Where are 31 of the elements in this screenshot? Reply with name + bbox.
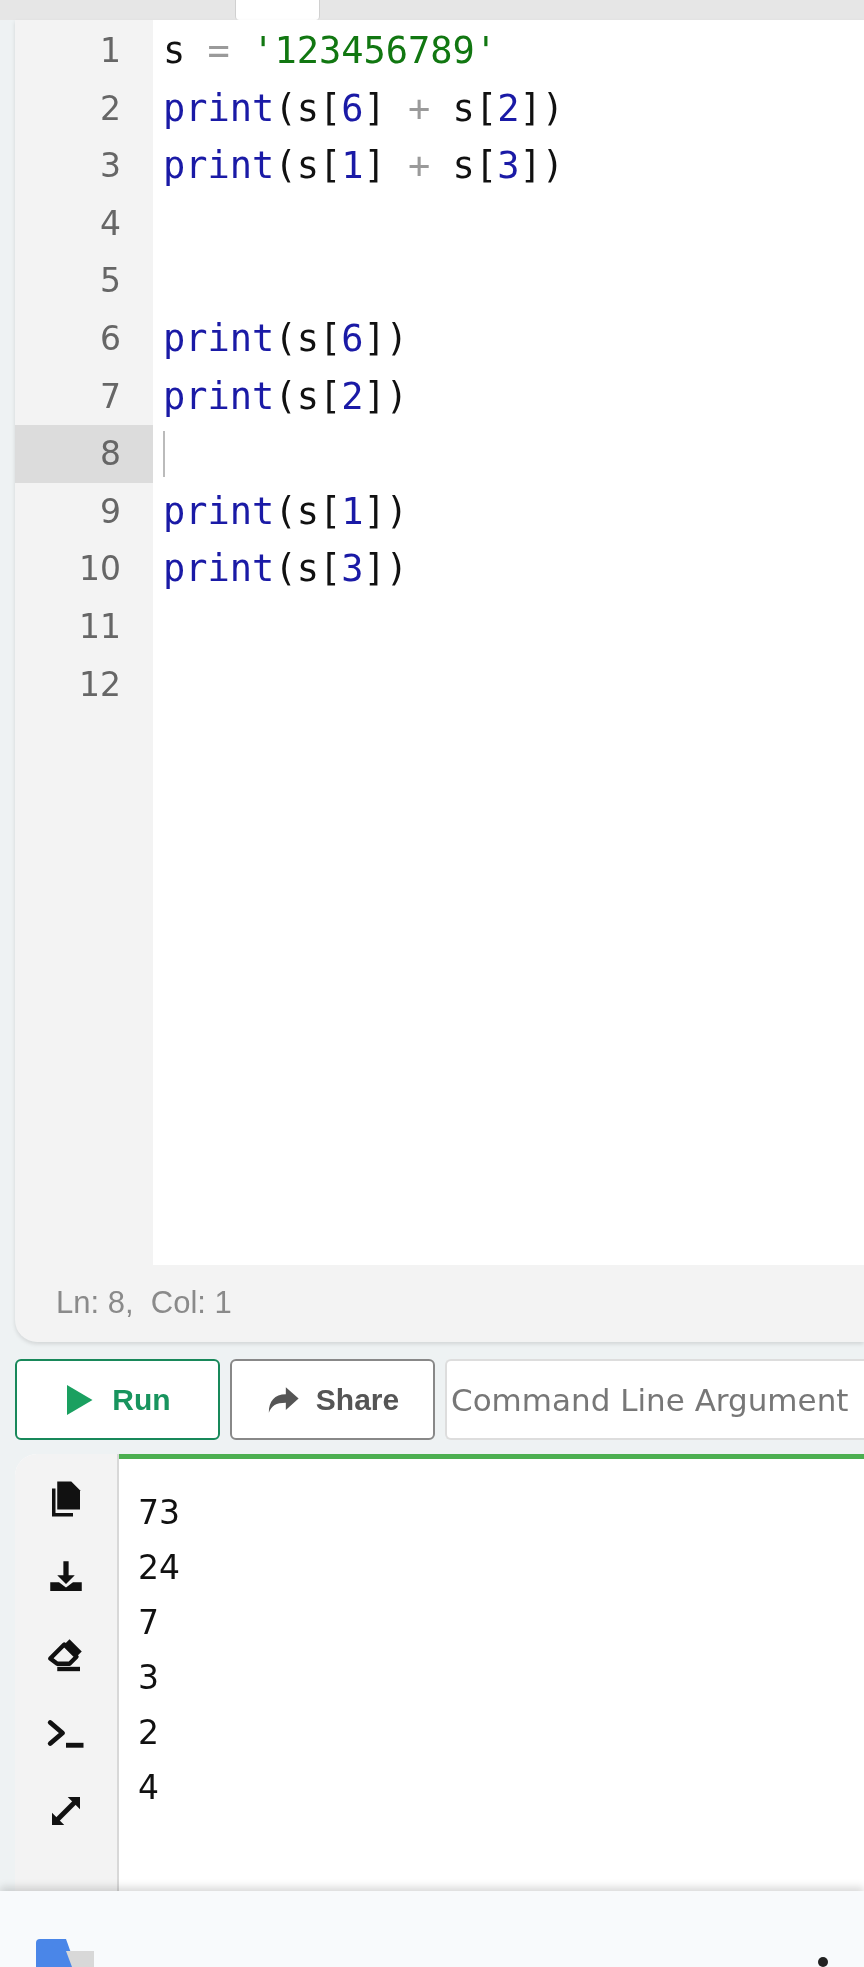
arguments-field[interactable]: Command Line Argument xyxy=(445,1359,864,1440)
cursor-position: Ln: 8, Col: 1 xyxy=(56,1284,232,1323)
line-number: 12 xyxy=(79,663,121,706)
output-line: 2 xyxy=(138,1711,159,1754)
line-number: 10 xyxy=(79,548,121,591)
code-line: print(s[1]) xyxy=(163,488,409,535)
line-number: 9 xyxy=(100,490,121,533)
code-line: print(s[2]) xyxy=(163,373,409,420)
line-number: 5 xyxy=(100,260,121,303)
line-number: 1 xyxy=(100,30,121,73)
output-line: 7 xyxy=(138,1601,159,1644)
line-number: 4 xyxy=(100,202,121,245)
code-line: print(s[6] + s[2]) xyxy=(163,85,564,132)
share-button[interactable]: Share xyxy=(230,1359,435,1440)
line-number: 8 xyxy=(100,433,121,476)
code-area[interactable]: s = '123456789' print(s[6] + s[2]) print(s[1] + s[3]) print(s[6]) print(s[2]) print(s[1]) print(s[3]) xyxy=(153,20,864,1265)
output-line: 3 xyxy=(138,1656,159,1699)
line-number: 6 xyxy=(100,318,121,360)
code-line: print(s[6]) xyxy=(163,316,409,362)
line-number: 3 xyxy=(100,145,121,188)
line-number: 7 xyxy=(100,375,121,418)
output-line: 73 xyxy=(138,1491,180,1534)
output-line: 24 xyxy=(138,1546,180,1589)
output-line: 4 xyxy=(138,1766,159,1809)
text-cursor xyxy=(163,430,165,477)
line-number: 2 xyxy=(100,87,121,130)
code-line: s = '123456789' xyxy=(163,28,498,75)
code-line: print(s[1] + s[3]) xyxy=(163,143,564,190)
line-number: 11 xyxy=(79,606,121,648)
run-button[interactable]: Run xyxy=(15,1359,220,1440)
code-line: print(s[3]) xyxy=(163,546,409,593)
